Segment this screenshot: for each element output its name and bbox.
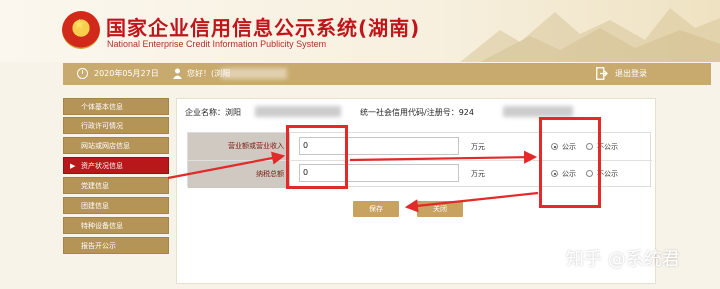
tax-unit: 万元: [471, 170, 485, 178]
watermark: 知乎 @系统君: [566, 249, 680, 270]
sidebar-item-label: 党建信息: [81, 182, 109, 190]
current-date: 2020年05月27日: [94, 69, 159, 78]
national-emblem-icon: [62, 11, 100, 49]
sidebar-item-basic-info[interactable]: 个体基本信息: [63, 98, 169, 115]
revenue-label: 营业额或营业收入: [188, 133, 290, 160]
sidebar-item-youth-league[interactable]: 团建信息: [63, 197, 169, 214]
site-subtitle: National Enterprise Credit Information P…: [107, 39, 327, 49]
sidebar-item-special-equipment[interactable]: 特种设备信息: [63, 217, 169, 234]
sidebar-item-label: 团建信息: [81, 202, 109, 210]
sidebar-item-party[interactable]: 党建信息: [63, 177, 169, 194]
sidebar-item-label: 个体基本信息: [81, 103, 123, 111]
status-bar: 2020年05月27日 您好！(浏阳 退出登录: [63, 63, 711, 85]
company-name-label: 企业名称：浏阳: [185, 108, 241, 117]
sidebar-item-label: 行政许可情况: [81, 122, 123, 130]
site-header: 国家企业信用信息公示系统(湖南) National Enterprise Cre…: [0, 0, 720, 62]
sidebar-item-report-publish[interactable]: 报告开公示: [63, 237, 169, 254]
mountain-decoration-icon: [460, 8, 720, 62]
sidebar-item-assets[interactable]: ▶ 资产状况信息: [63, 157, 169, 174]
tax-label: 纳税总额: [188, 161, 290, 188]
clock-icon: [77, 68, 88, 79]
sidebar-item-admin-license[interactable]: 行政许可情况: [63, 117, 169, 134]
sidebar-item-label: 网站或网店信息: [81, 142, 130, 150]
logout-link[interactable]: 退出登录: [615, 68, 647, 79]
sidebar-item-label: 资产状况信息: [81, 162, 123, 170]
site-title: 国家企业信用信息公示系统(湖南): [106, 16, 421, 40]
save-button[interactable]: 保存: [353, 201, 399, 217]
logout-icon[interactable]: [596, 67, 608, 80]
annotation-box-inputs: [286, 125, 348, 189]
sidebar-item-website[interactable]: 网站或网店信息: [63, 137, 169, 154]
credit-code-label: 统一社会信用代码/注册号：924: [360, 108, 474, 117]
annotation-box-radios: [539, 117, 601, 208]
sidebar-item-label: 特种设备信息: [81, 222, 123, 230]
redacted-username: [221, 68, 287, 79]
close-button[interactable]: 关闭: [417, 201, 463, 217]
app-root: 国家企业信用信息公示系统(湖南) National Enterprise Cre…: [0, 0, 720, 289]
redacted-company-name: [255, 106, 341, 117]
sidebar-item-label: 报告开公示: [81, 242, 116, 250]
redacted-credit-code: [503, 106, 573, 117]
active-indicator-icon: ▶: [70, 162, 76, 170]
user-icon: [173, 68, 182, 79]
revenue-unit: 万元: [471, 143, 485, 151]
